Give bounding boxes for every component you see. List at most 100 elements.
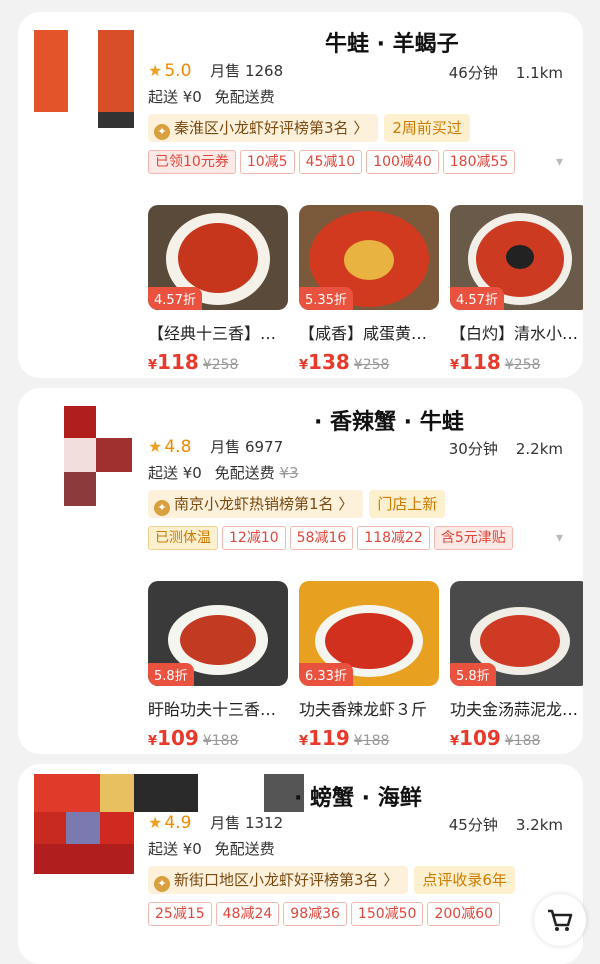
dish-price: ¥118 ¥258 bbox=[450, 350, 541, 374]
min-order: 起送 ¥0 bbox=[148, 464, 202, 482]
coupon-tag[interactable]: 已测体温 bbox=[148, 526, 218, 550]
delivery-time: 46分钟 bbox=[448, 64, 498, 82]
rank-row[interactable]: ✦ 南京小龙虾热销榜第1名 〉门店上新 bbox=[148, 490, 446, 518]
dish-item[interactable]: 4.57折 【经典十三香】… ¥118 ¥258 bbox=[148, 205, 288, 374]
star-icon: ★ bbox=[148, 813, 163, 832]
store-name: · 螃蟹 · 海鲜 bbox=[294, 786, 422, 811]
coupon-tag[interactable]: 12减10 bbox=[222, 526, 286, 550]
delivery-meta: 46分钟 1.1km bbox=[449, 62, 563, 83]
star-icon: ★ bbox=[148, 437, 163, 456]
dish-name: 【咸香】咸蛋黄… bbox=[299, 324, 428, 343]
rank-badge[interactable]: ✦ 南京小龙虾热销榜第1名 〉 bbox=[148, 490, 364, 518]
dish-item[interactable]: 5.8折 功夫金汤蒜泥龙… ¥109 ¥188 bbox=[450, 581, 583, 750]
store-rating: 4.9 bbox=[164, 813, 192, 833]
star-icon: ★ bbox=[148, 61, 163, 80]
dish-price: ¥109 ¥188 bbox=[148, 726, 239, 750]
store-logo bbox=[34, 406, 134, 506]
coupon-tag[interactable]: 25减15 bbox=[148, 902, 212, 926]
discount-badge: 4.57折 bbox=[450, 287, 504, 310]
min-order: 起送 ¥0 bbox=[148, 88, 202, 106]
dish-image[interactable]: 5.8折 bbox=[148, 581, 288, 686]
rank-row[interactable]: ✦ 秦淮区小龙虾好评榜第3名 〉 2周前买过 bbox=[148, 114, 470, 142]
dish-image[interactable]: 4.57折 bbox=[148, 205, 288, 310]
coupon-row[interactable]: 已领10元券 10减5 45减10 100减40 180减55 bbox=[148, 150, 519, 174]
cart-icon bbox=[548, 909, 573, 931]
store-card[interactable]: · 香辣蟹 · 牛蛙 ★ 4.8 月售 6977 30分钟 2.2km 起送 ¥0 … bbox=[18, 388, 583, 754]
store-rating: 4.8 bbox=[164, 437, 192, 457]
dish-image[interactable]: 5.8折 bbox=[450, 581, 583, 686]
dish-price: ¥118 ¥258 bbox=[148, 350, 239, 374]
delivery-terms: 起送 ¥0 免配送费 bbox=[148, 838, 275, 859]
dish-name: 盱眙功夫十三香… bbox=[148, 700, 277, 719]
coupon-tag[interactable]: 48减24 bbox=[215, 902, 280, 926]
monthly-sales: 月售 6977 bbox=[210, 438, 284, 456]
delivery-time: 30分钟 bbox=[448, 440, 498, 458]
discount-badge: 5.35折 bbox=[299, 287, 353, 310]
cart-button[interactable] bbox=[534, 894, 586, 946]
rank-badge[interactable]: ✦ 新街口地区小龙虾好评榜第3名 〉 bbox=[148, 866, 409, 894]
dish-name: 功夫香辣龙虾３斤 bbox=[299, 700, 428, 719]
store-stats: ★ 5.0 月售 1268 bbox=[148, 60, 283, 81]
store-stats: ★ 4.8 月售 6977 bbox=[148, 436, 283, 457]
dish-item[interactable]: 5.35折 【咸香】咸蛋黄… ¥138 ¥258 bbox=[299, 205, 439, 374]
min-order: 起送 ¥0 bbox=[148, 840, 202, 858]
dish-item[interactable]: 5.8折 盱眙功夫十三香… ¥109 ¥188 bbox=[148, 581, 288, 750]
coupon-row[interactable]: 已测体温 12减10 58减16 118减22 含5元津贴 bbox=[148, 526, 517, 550]
dish-image[interactable]: 4.57折 bbox=[450, 205, 583, 310]
coupon-tag[interactable]: 10减5 bbox=[239, 150, 295, 174]
dish-price: ¥119 ¥188 bbox=[299, 726, 390, 750]
discount-badge: 4.57折 bbox=[148, 287, 202, 310]
delivery-terms: 起送 ¥0 免配送费 ¥3 bbox=[148, 462, 299, 483]
delivery-fee: 免配送费 bbox=[214, 464, 275, 482]
coupon-tag[interactable]: 150减50 bbox=[350, 902, 424, 926]
delivery-meta: 45分钟 3.2km bbox=[449, 814, 563, 835]
store-stats: ★ 4.9 月售 1312 bbox=[148, 812, 283, 833]
store-card[interactable]: 牛蛙 · 羊蝎子 ★ 5.0 月售 1268 46分钟 1.1km 起送 ¥0 免配… bbox=[18, 12, 583, 378]
delivery-fee: 免配送费 bbox=[214, 88, 275, 106]
rank-extra: 点评收录6年 bbox=[414, 866, 515, 894]
dish-price: ¥109 ¥188 bbox=[450, 726, 541, 750]
discount-badge: 5.8折 bbox=[148, 663, 194, 686]
expand-icon[interactable]: ▾ bbox=[556, 154, 563, 170]
dish-image[interactable]: 5.35折 bbox=[299, 205, 439, 310]
expand-icon[interactable]: ▾ bbox=[556, 530, 563, 546]
coupon-tag[interactable]: 已领10元券 bbox=[148, 150, 236, 174]
delivery-fee: 免配送费 bbox=[214, 840, 275, 858]
coupon-tag[interactable]: 180减55 bbox=[442, 150, 516, 174]
coupon-tag[interactable]: 58减16 bbox=[289, 526, 354, 550]
dish-item[interactable]: 6.33折 功夫香辣龙虾３斤 ¥119 ¥188 bbox=[299, 581, 439, 750]
rank-row[interactable]: ✦ 新街口地区小龙虾好评榜第3名 〉点评收录6年 bbox=[148, 866, 515, 894]
coupon-tag[interactable]: 200减60 bbox=[427, 902, 501, 926]
discount-badge: 5.8折 bbox=[450, 663, 496, 686]
coupon-tag[interactable]: 45减10 bbox=[298, 150, 363, 174]
delivery-time: 45分钟 bbox=[448, 816, 498, 834]
coupon-tag[interactable]: 118减22 bbox=[357, 526, 430, 550]
monthly-sales: 月售 1268 bbox=[210, 62, 284, 80]
coupon-tag[interactable]: 98减36 bbox=[283, 902, 347, 926]
coupon-row[interactable]: 25减15 48减24 98减36 150减50 200减60 bbox=[148, 902, 504, 926]
medal-icon: ✦ bbox=[154, 500, 170, 516]
delivery-terms: 起送 ¥0 免配送费 bbox=[148, 86, 275, 107]
dish-item[interactable]: 4.57折 【白灼】清水小… ¥118 ¥258 bbox=[450, 205, 583, 374]
store-card[interactable]: · 螃蟹 · 海鲜 ★ 4.9 月售 1312 45分钟 3.2km 起送 ¥0 免… bbox=[18, 764, 583, 964]
dish-name: 【经典十三香】… bbox=[148, 324, 277, 343]
delivery-fee-original: ¥3 bbox=[279, 464, 299, 482]
dish-image[interactable]: 6.33折 bbox=[299, 581, 439, 686]
store-rating: 5.0 bbox=[164, 61, 192, 81]
dish-name: 功夫金汤蒜泥龙… bbox=[450, 700, 579, 719]
dish-name: 【白灼】清水小… bbox=[450, 324, 579, 343]
discount-badge: 6.33折 bbox=[299, 663, 353, 686]
monthly-sales: 月售 1312 bbox=[210, 814, 284, 832]
rank-extra: 2周前买过 bbox=[384, 114, 470, 142]
store-logo bbox=[34, 30, 134, 130]
store-name: 牛蛙 · 羊蝎子 bbox=[325, 32, 459, 57]
distance: 1.1km bbox=[515, 64, 563, 82]
coupon-tag[interactable]: 含5元津贴 bbox=[433, 526, 513, 550]
coupon-tag[interactable]: 100减40 bbox=[366, 150, 439, 174]
delivery-meta: 30分钟 2.2km bbox=[449, 438, 563, 459]
rank-badge[interactable]: ✦ 秦淮区小龙虾好评榜第3名 〉 bbox=[148, 114, 379, 142]
medal-icon: ✦ bbox=[154, 876, 170, 892]
distance: 3.2km bbox=[515, 816, 563, 834]
store-name: · 香辣蟹 · 牛蛙 bbox=[314, 410, 464, 435]
dish-price: ¥138 ¥258 bbox=[299, 350, 390, 374]
